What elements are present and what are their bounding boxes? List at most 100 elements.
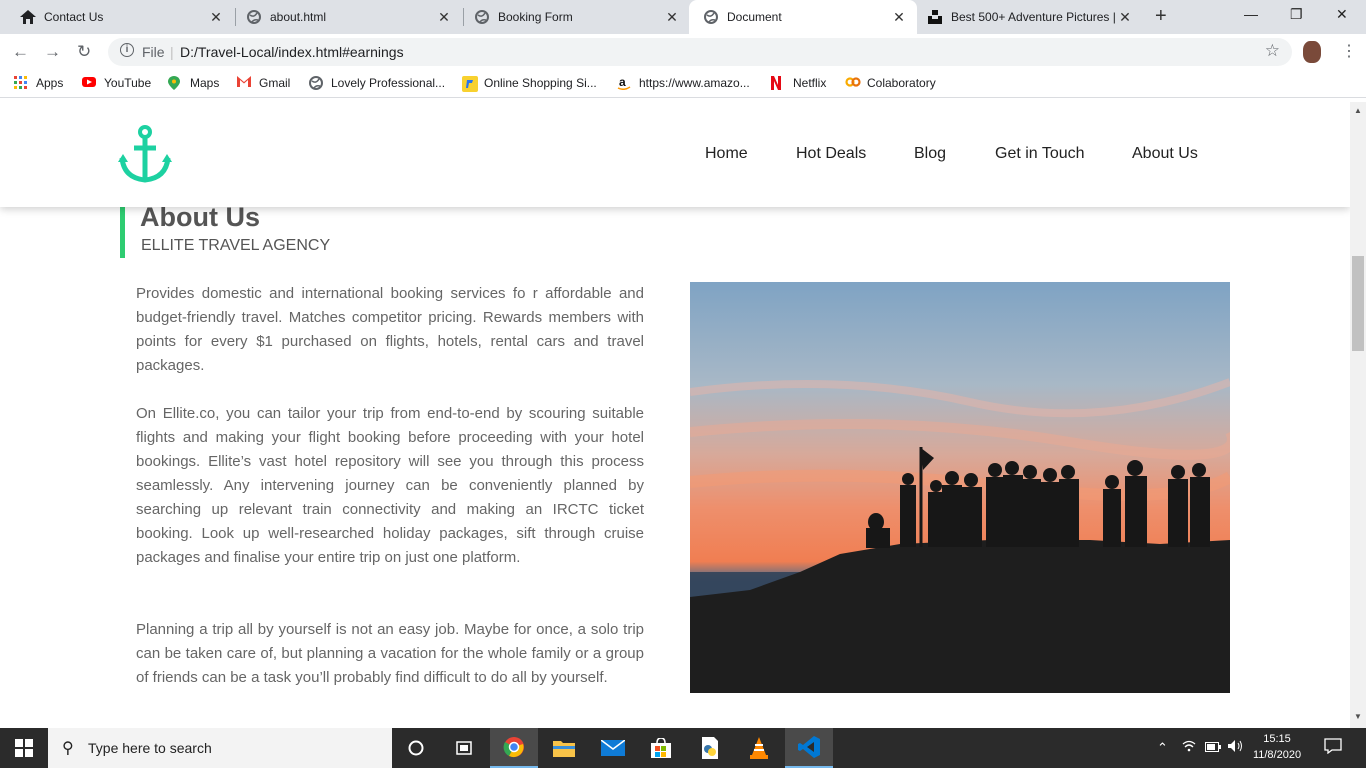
- colab-icon: [845, 76, 861, 90]
- nav-get-in-touch-link[interactable]: Get in Touch: [995, 145, 1085, 163]
- bookmark-netflix[interactable]: Netflix: [771, 76, 826, 90]
- gmail-icon: [237, 76, 251, 90]
- tab-booking-form[interactable]: Booking Form ✕: [454, 0, 690, 34]
- tab-contact-us[interactable]: Contact Us ✕: [0, 0, 234, 34]
- tab-title: Best 500+ Adventure Pictures |: [951, 10, 1116, 24]
- unsplash-icon: [927, 9, 943, 25]
- heading-accent-bar: [120, 206, 125, 258]
- anchor-logo-icon[interactable]: [118, 124, 172, 189]
- notification-center-icon[interactable]: [1324, 738, 1342, 757]
- page-viewport: Home Hot Deals Blog Get in Touch About U…: [0, 102, 1350, 728]
- globe-icon: [246, 9, 262, 25]
- browser-tab-bar: Contact Us ✕ about.html ✕ Booking Form ✕…: [0, 0, 1366, 34]
- tab-close-button[interactable]: ✕: [664, 9, 680, 26]
- clock-time: 15:15: [1263, 733, 1291, 745]
- profile-avatar[interactable]: [1303, 41, 1321, 63]
- nav-hot-deals-link[interactable]: Hot Deals: [796, 145, 866, 163]
- bookmark-youtube[interactable]: YouTube: [82, 76, 151, 90]
- amazon-icon: a: [617, 75, 631, 91]
- vlc-icon[interactable]: [735, 728, 783, 768]
- cortana-icon[interactable]: [392, 728, 440, 768]
- menu-kebab-icon[interactable]: ⋮: [1341, 41, 1357, 61]
- bookmark-online-shopping[interactable]: Online Shopping Si...: [462, 76, 597, 92]
- globe-icon: [309, 76, 323, 90]
- bookmark-apps[interactable]: Apps: [14, 76, 63, 90]
- bookmark-label: Netflix: [793, 76, 827, 90]
- scheme-separator: |: [170, 44, 174, 60]
- taskbar-search-placeholder: Type here to search: [88, 740, 212, 756]
- tab-document[interactable]: Document ✕: [689, 0, 917, 34]
- page-scrollbar[interactable]: ▲ ▼: [1350, 102, 1366, 728]
- scrollbar-thumb[interactable]: [1352, 256, 1364, 351]
- flipkart-icon: [462, 76, 478, 92]
- vscode-icon[interactable]: [785, 728, 833, 768]
- new-tab-button[interactable]: +: [1155, 5, 1167, 28]
- scroll-down-arrow-icon[interactable]: ▼: [1354, 712, 1362, 721]
- chrome-taskbar-icon[interactable]: [490, 728, 538, 768]
- about-paragraph: Provides domestic and international book…: [136, 285, 644, 374]
- bookmark-label: https://www.amazo...: [639, 76, 750, 90]
- bookmark-star-icon[interactable]: ☆: [1265, 41, 1280, 61]
- youtube-icon: [82, 76, 96, 90]
- task-view-icon[interactable]: [440, 728, 488, 768]
- taskbar-clock[interactable]: 15:15 11/8/2020: [1252, 731, 1302, 763]
- svg-text:a: a: [619, 76, 626, 89]
- tab-title: Contact Us: [44, 10, 104, 24]
- bookmark-amazon[interactable]: a https://www.amazo...: [617, 75, 750, 91]
- info-icon[interactable]: i: [120, 43, 134, 57]
- windows-start-icon[interactable]: [0, 728, 48, 768]
- file-explorer-icon[interactable]: [540, 728, 588, 768]
- bookmark-label: YouTube: [104, 76, 152, 90]
- reload-icon[interactable]: ↻: [77, 42, 91, 62]
- bookmark-label: Lovely Professional...: [331, 76, 446, 90]
- nav-home-link[interactable]: Home: [705, 145, 748, 163]
- clock-date: 11/8/2020: [1252, 749, 1302, 761]
- battery-icon[interactable]: [1205, 740, 1221, 755]
- address-bar[interactable]: i File | D:/Travel-Local/index.html#earn…: [108, 38, 1292, 66]
- volume-icon[interactable]: [1228, 740, 1244, 755]
- bookmark-label: Maps: [190, 76, 220, 90]
- tab-title: Booking Form: [498, 10, 573, 24]
- bookmark-colaboratory[interactable]: Colaboratory: [845, 76, 936, 90]
- back-arrow-icon[interactable]: ←: [12, 42, 29, 62]
- apps-grid-icon: [14, 76, 28, 90]
- mail-icon[interactable]: [589, 728, 637, 768]
- restore-button[interactable]: ❐: [1290, 6, 1303, 23]
- bookmark-maps[interactable]: Maps: [168, 76, 219, 90]
- site-header: Home Hot Deals Blog Get in Touch About U…: [0, 102, 1350, 207]
- tab-close-button[interactable]: ✕: [1117, 9, 1133, 26]
- sunset-group-photo: [690, 282, 1230, 693]
- forward-arrow-icon[interactable]: →: [44, 42, 61, 62]
- window-close-button[interactable]: ✕: [1336, 6, 1348, 23]
- browser-toolbar: ← → ↻ i File | D:/Travel-Local/index.htm…: [0, 34, 1366, 70]
- windows-taskbar: ⚲ Type here to search ⌃ 15:15 11/8/2020: [0, 728, 1366, 768]
- maps-pin-icon: [168, 76, 182, 90]
- nav-blog-link[interactable]: Blog: [914, 145, 946, 163]
- tab-title: about.html: [270, 10, 327, 24]
- bookmark-label: Online Shopping Si...: [484, 76, 597, 90]
- scheme-label: File: [142, 44, 165, 60]
- tab-close-button[interactable]: ✕: [208, 9, 224, 26]
- tab-close-button[interactable]: ✕: [436, 9, 452, 26]
- tab-about-html[interactable]: about.html ✕: [226, 0, 462, 34]
- tab-adventure-pictures[interactable]: Best 500+ Adventure Pictures | ✕: [917, 0, 1143, 34]
- about-paragraph: On Ellite.co, you can tailor your trip f…: [136, 405, 644, 566]
- store-icon[interactable]: [637, 728, 685, 768]
- search-icon: ⚲: [62, 740, 74, 757]
- netflix-icon: [771, 76, 785, 90]
- nav-about-us-link[interactable]: About Us: [1132, 145, 1198, 163]
- page-subtitle: ELLITE TRAVEL AGENCY: [141, 237, 331, 254]
- bookmark-gmail[interactable]: Gmail: [237, 76, 290, 90]
- bookmarks-bar: Apps YouTube Maps Gmail Lovely Professio…: [0, 70, 1366, 98]
- wifi-icon[interactable]: [1182, 740, 1196, 755]
- bookmark-label: Colaboratory: [867, 76, 936, 90]
- python-file-icon[interactable]: [686, 728, 734, 768]
- bookmark-lovely-professional[interactable]: Lovely Professional...: [309, 76, 445, 90]
- minimize-button[interactable]: —: [1244, 6, 1258, 22]
- tab-title: Document: [727, 10, 782, 24]
- tray-chevron-icon[interactable]: ⌃: [1157, 740, 1168, 756]
- scroll-up-arrow-icon[interactable]: ▲: [1354, 106, 1362, 115]
- tab-close-button[interactable]: ✕: [891, 9, 907, 26]
- taskbar-search-box[interactable]: ⚲ Type here to search: [48, 728, 392, 768]
- url-text[interactable]: D:/Travel-Local/index.html#earnings: [180, 44, 404, 60]
